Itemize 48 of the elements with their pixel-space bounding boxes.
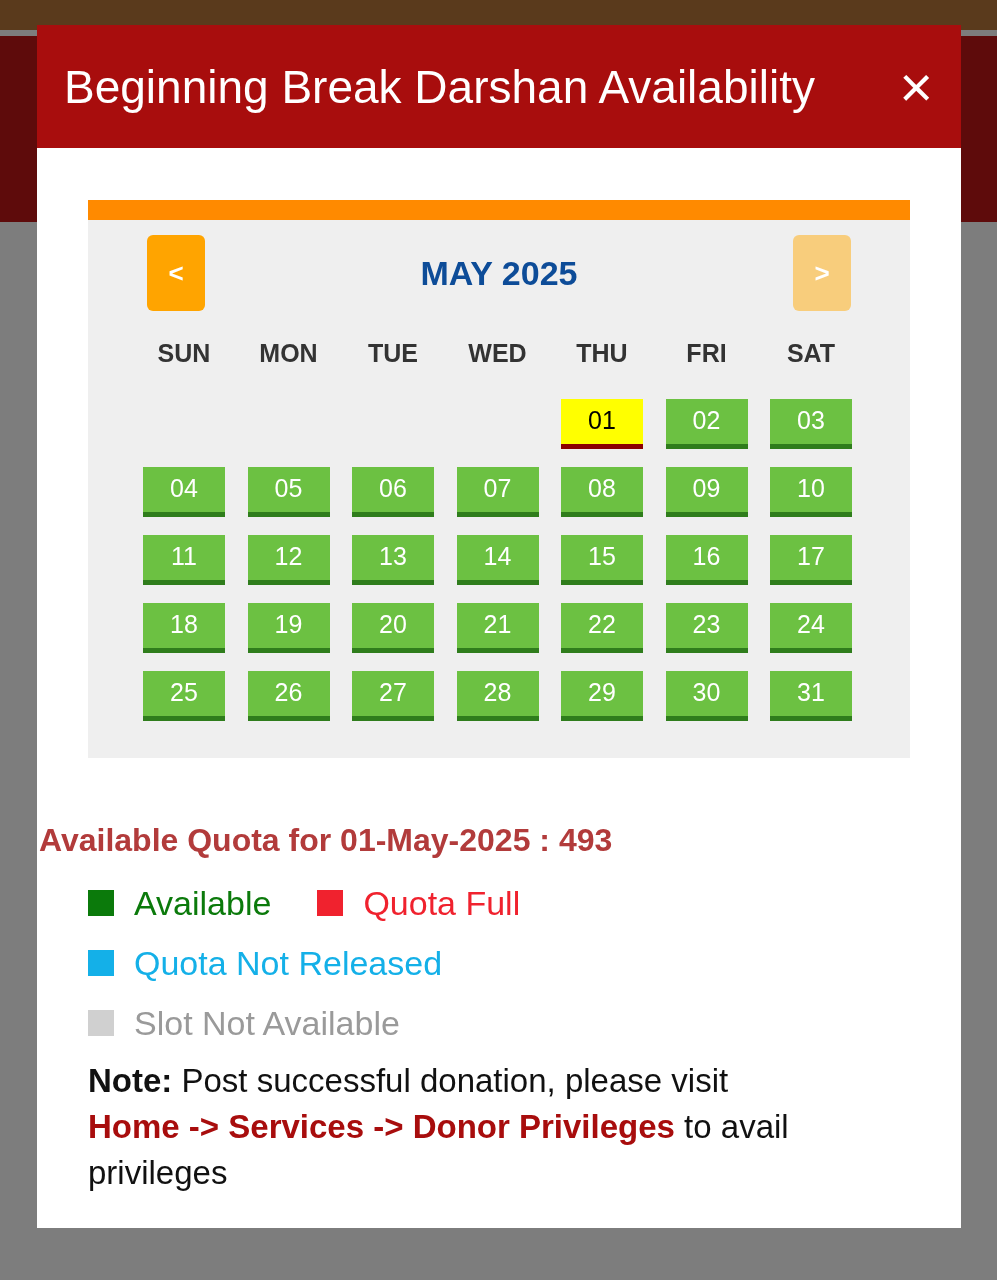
date-button[interactable]: 17	[770, 534, 852, 585]
date-button[interactable]: 30	[665, 670, 748, 721]
close-button[interactable]: ×	[899, 57, 933, 116]
weekday-label: WED	[467, 338, 528, 369]
weekday-label: MON	[258, 338, 319, 369]
date-button[interactable]: 02	[665, 398, 748, 449]
month-title: MAY 2025	[420, 252, 578, 294]
weekday-label: SUN	[156, 338, 212, 369]
date-button[interactable]: 14	[456, 534, 539, 585]
date-button[interactable]: 07	[456, 466, 539, 517]
donor-privileges-link[interactable]: Home -> Services -> Donor Privileges	[88, 1108, 675, 1145]
date-button[interactable]: 11	[143, 534, 225, 585]
date-button[interactable]: 09	[665, 466, 748, 517]
date-button[interactable]: 18	[143, 602, 225, 653]
legend-label: Quota Not Released	[134, 946, 443, 980]
date-button[interactable]: 04	[143, 466, 225, 517]
date-button[interactable]: 28	[456, 670, 539, 721]
date-button[interactable]: 13	[352, 534, 434, 585]
quota-text: Available Quota for 01-May-2025 : 493	[39, 822, 613, 858]
date-button[interactable]: 21	[456, 602, 539, 653]
note-text: Note: Post successful donation, please visit Home -> Services -> Donor Privileges to avail privileges	[87, 1061, 790, 1193]
date-button[interactable]: 15	[561, 534, 643, 585]
date-button[interactable]: 22	[561, 602, 643, 653]
date-button[interactable]: 25	[143, 670, 225, 721]
date-button[interactable]: 16	[665, 534, 748, 585]
weekday-label: SAT	[785, 338, 837, 369]
weekday-label: TUE	[367, 338, 419, 369]
previous-month-button[interactable]: <	[147, 235, 205, 311]
date-button[interactable]: 12	[247, 534, 330, 585]
date-button[interactable]: 19	[247, 602, 330, 653]
date-button[interactable]: 26	[247, 670, 330, 721]
date-button[interactable]: 01	[561, 398, 643, 449]
date-button[interactable]: 08	[561, 466, 643, 517]
date-button[interactable]: 20	[352, 602, 434, 653]
date-button[interactable]: 10	[770, 466, 852, 517]
weekday-label: THU	[575, 338, 629, 369]
weekday-label: FRI	[685, 338, 728, 369]
date-button[interactable]: 06	[352, 466, 434, 517]
legend-label: Quota Full	[363, 886, 521, 920]
date-button[interactable]: 31	[770, 670, 852, 721]
date-button[interactable]: 23	[665, 602, 748, 653]
date-button[interactable]: 27	[352, 670, 434, 721]
date-button[interactable]: 05	[247, 466, 330, 517]
date-button[interactable]: 29	[561, 670, 643, 721]
legend-label: Available	[134, 886, 272, 920]
date-button[interactable]: 24	[770, 602, 852, 653]
legend-label: Slot Not Available	[134, 1006, 400, 1040]
date-button[interactable]: 03	[770, 398, 852, 449]
